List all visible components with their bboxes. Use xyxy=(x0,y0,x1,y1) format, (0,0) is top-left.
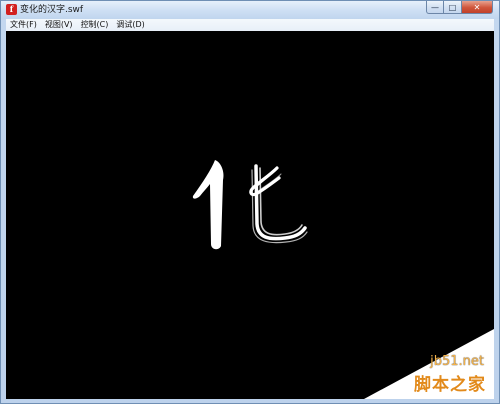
menu-control[interactable]: 控制(C) xyxy=(77,19,113,31)
menu-view[interactable]: 视图(V) xyxy=(41,19,77,31)
watermark-brand: 脚本之家 xyxy=(414,375,486,395)
menu-debug[interactable]: 调试(D) xyxy=(112,19,148,31)
flash-app-icon[interactable]: f xyxy=(6,4,17,15)
flash-stage[interactable]: jb51.net 脚本之家 xyxy=(6,31,494,399)
app-window: f 变化的汉字.swf — □ ✕ 文件(F) 视图(V) 控制(C) 调试(D… xyxy=(0,0,500,404)
calligraphy-character-graphic xyxy=(192,160,308,250)
title-bar[interactable]: f 变化的汉字.swf — □ ✕ xyxy=(1,1,499,19)
maximize-button[interactable]: □ xyxy=(444,1,462,14)
watermark-site: jb51.net xyxy=(430,354,484,369)
menu-bar: 文件(F) 视图(V) 控制(C) 调试(D) xyxy=(6,19,494,31)
window-controls: — □ ✕ xyxy=(426,1,493,15)
close-button[interactable]: ✕ xyxy=(462,1,493,14)
watermark: jb51.net 脚本之家 xyxy=(344,329,494,399)
minimize-button[interactable]: — xyxy=(426,1,444,14)
menu-file[interactable]: 文件(F) xyxy=(6,19,41,31)
window-title: 变化的汉字.swf xyxy=(20,5,84,15)
